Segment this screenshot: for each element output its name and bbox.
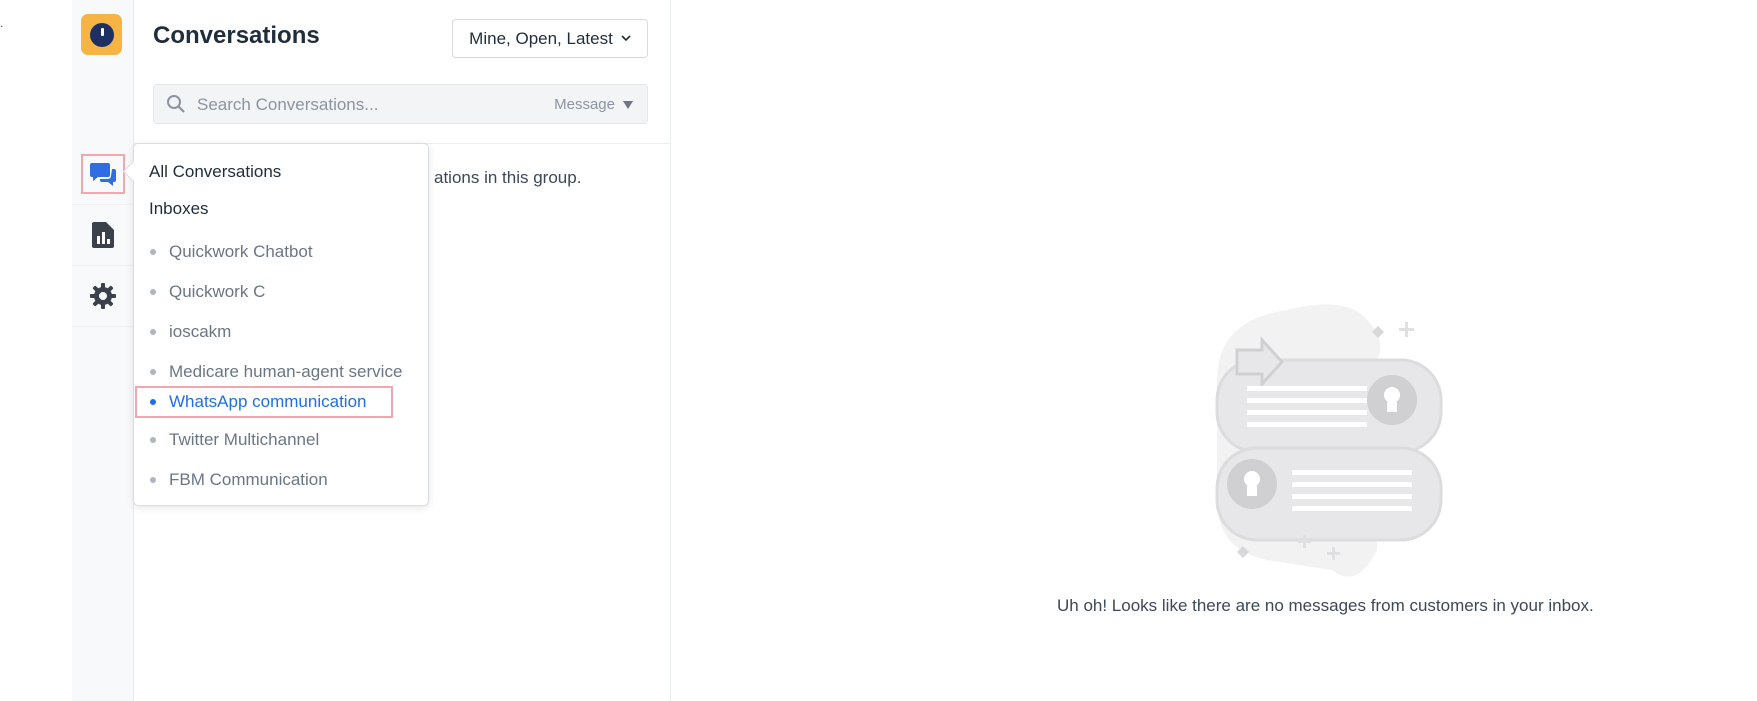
inbox-item-active[interactable]: WhatsApp communication bbox=[149, 390, 366, 414]
stray-mark: . bbox=[0, 16, 4, 30]
filter-label: Mine, Open, Latest bbox=[469, 28, 613, 48]
inboxes-heading: Inboxes bbox=[149, 199, 209, 218]
inbox-item[interactable]: ioscakm bbox=[149, 320, 231, 344]
search-input[interactable]: Search Conversations... Message bbox=[153, 84, 648, 124]
inbox-label: ioscakm bbox=[169, 322, 232, 341]
sidebar-item-reports[interactable] bbox=[72, 205, 133, 266]
bullet-icon bbox=[150, 399, 156, 405]
inbox-item[interactable]: FBM Communication bbox=[149, 468, 328, 492]
inbox-label: Medicare human-agent service bbox=[169, 362, 403, 381]
sidebar-item-settings[interactable] bbox=[72, 266, 133, 327]
search-icon bbox=[167, 95, 185, 113]
bullet-icon bbox=[150, 289, 156, 295]
bullet-icon bbox=[150, 329, 156, 335]
inbox-label: FBM Communication bbox=[169, 470, 328, 489]
bullet-icon bbox=[150, 369, 156, 375]
inbox-label: Quickwork C bbox=[169, 282, 266, 301]
sidebar-rail bbox=[72, 0, 134, 701]
inbox-label: Quickwork Chatbot bbox=[169, 242, 313, 261]
empty-state-message: Uh oh! Looks like there are no messages … bbox=[1057, 596, 1594, 615]
inbox-item[interactable]: Medicare human-agent service bbox=[149, 360, 402, 384]
conversation-filter-button[interactable]: Mine, Open, Latest bbox=[452, 19, 648, 58]
empty-inbox-illustration bbox=[1215, 304, 1443, 577]
inbox-switcher-popover: All Conversations Inboxes Quickwork Chat… bbox=[133, 143, 429, 506]
chatwoot-logo-icon[interactable] bbox=[81, 14, 122, 55]
inbox-item[interactable]: Quickwork C bbox=[149, 280, 265, 304]
bullet-icon bbox=[150, 249, 156, 255]
bullet-icon bbox=[150, 477, 156, 483]
inbox-label: Twitter Multichannel bbox=[169, 430, 320, 449]
search-placeholder: Search Conversations... bbox=[197, 95, 379, 114]
chat-bubbles-icon bbox=[89, 163, 116, 186]
search-type-select[interactable]: Message bbox=[554, 96, 633, 113]
empty-group-text: ations in this group. bbox=[434, 168, 582, 187]
inbox-item[interactable]: Twitter Multichannel bbox=[149, 428, 319, 452]
inbox-label: WhatsApp communication bbox=[169, 392, 367, 411]
gear-icon bbox=[89, 283, 116, 309]
all-conversations-link[interactable]: All Conversations bbox=[149, 162, 281, 182]
caret-down-icon bbox=[623, 100, 633, 109]
chevron-down-icon bbox=[621, 35, 631, 42]
sidebar-item-conversations[interactable] bbox=[72, 144, 133, 205]
page-title: Conversations bbox=[153, 22, 320, 49]
search-type-label: Message bbox=[554, 96, 615, 113]
inbox-item[interactable]: Quickwork Chatbot bbox=[149, 240, 313, 264]
bullet-icon bbox=[150, 437, 156, 443]
report-chart-icon bbox=[91, 222, 114, 248]
